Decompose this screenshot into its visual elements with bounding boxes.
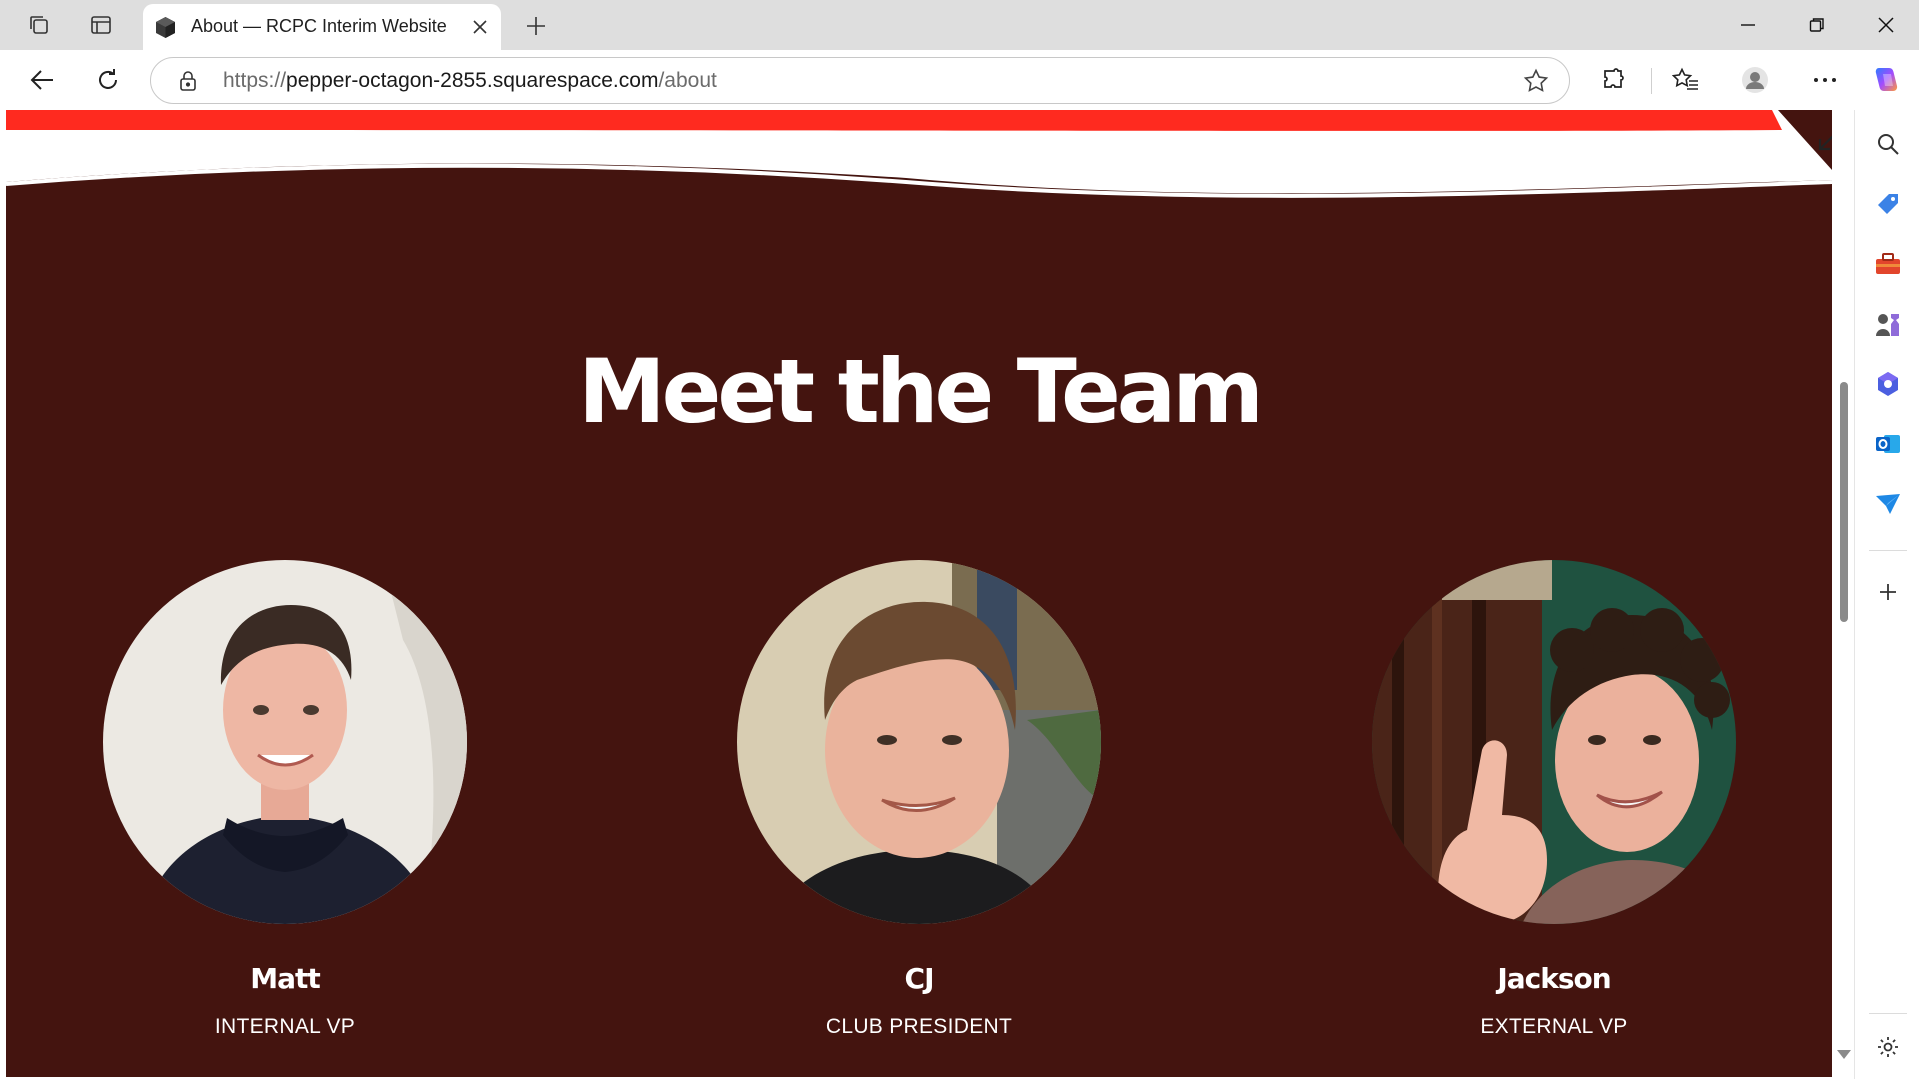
sidebar-separator [1869,550,1907,551]
settings-icon[interactable] [1871,1030,1905,1064]
games-icon[interactable] [1871,307,1905,341]
browser-toolbar: https://pepper-octagon-2855.squarespace.… [0,50,1919,110]
tab-title: About — RCPC Interim Website [191,16,447,36]
send-icon[interactable] [1871,487,1905,521]
active-tab[interactable]: About — RCPC Interim Website [143,4,501,50]
extensions-puzzle-icon[interactable] [1596,62,1632,98]
copilot-logo-icon[interactable] [1869,62,1905,98]
edge-sidebar [1854,110,1919,1079]
add-icon[interactable] [1871,575,1905,609]
lock-icon[interactable] [177,70,199,92]
close-window-icon[interactable] [1866,8,1906,42]
new-tab-icon[interactable] [520,10,552,42]
member-name: Matt [250,962,321,995]
tag-icon[interactable] [1871,187,1905,221]
member-role: EXTERNAL VP [1480,1015,1628,1038]
member-role: CLUB PRESIDENT [825,1015,1013,1038]
copilot-icon[interactable] [1871,367,1905,401]
url-text[interactable]: https://pepper-octagon-2855.squarespace.… [223,69,717,93]
address-bar[interactable]: https://pepper-octagon-2855.squarespace.… [150,57,1570,104]
toolbar-separator [1651,68,1652,94]
member-photo [103,560,467,924]
squarespace-cube-icon [153,15,178,40]
team-member-card: Matt INTERNAL VP [103,560,467,1039]
tab-strip: About — RCPC Interim Website [0,0,1919,50]
page-scrollbar[interactable] [1832,110,1854,1077]
member-name: Jackson [1497,962,1611,995]
refresh-icon[interactable] [90,62,126,98]
more-menu-icon[interactable] [1807,62,1843,98]
collapse-arrow-icon[interactable] [1812,127,1832,157]
restore-icon[interactable] [1797,8,1837,42]
member-name: CJ [904,962,935,995]
workspaces-icon[interactable] [24,10,54,40]
section-heading: Meet the Team [578,340,1264,443]
member-photo [1372,560,1736,924]
sidebar-separator [1869,1013,1907,1014]
team-member-card: Jackson EXTERNAL VP [1372,560,1736,1039]
page-content: Meet the Team Matt INTERNAL VP CJ CLUB P… [6,110,1832,1077]
favorites-icon[interactable] [1668,62,1704,98]
favorite-star-icon[interactable] [1523,68,1549,94]
close-tab-icon[interactable] [467,14,493,40]
toolbox-icon[interactable] [1871,247,1905,281]
team-member-card: CJ CLUB PRESIDENT [737,560,1101,1039]
vertical-tabs-icon[interactable] [86,10,116,40]
header-wave-band [6,110,1832,200]
outlook-icon[interactable] [1871,427,1905,461]
search-icon[interactable] [1871,127,1905,161]
profile-avatar-icon[interactable] [1737,62,1773,98]
scroll-down-arrow-icon[interactable] [1837,1050,1851,1059]
scrollbar-thumb[interactable] [1840,382,1848,622]
member-photo [737,560,1101,924]
minimize-icon[interactable] [1728,8,1768,42]
member-role: INTERNAL VP [214,1015,356,1038]
back-arrow-icon[interactable] [24,62,60,98]
